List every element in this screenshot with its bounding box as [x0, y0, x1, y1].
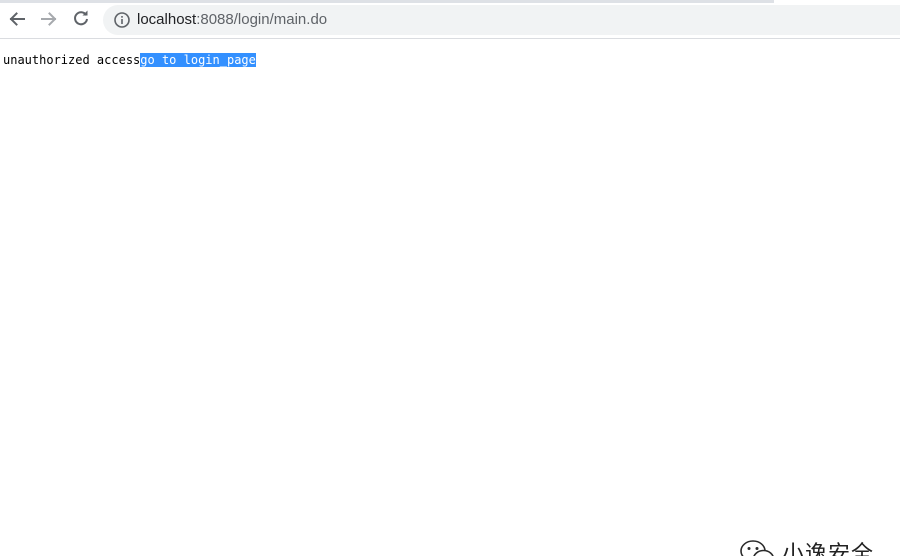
forward-button[interactable]	[35, 5, 63, 33]
arrow-right-icon	[41, 12, 57, 26]
back-button[interactable]	[3, 5, 31, 33]
watermark-text: 小逸安全	[782, 542, 875, 556]
page-content: unauthorized accessgo to login_page 小逸安全	[0, 40, 900, 556]
message-text: unauthorized access	[3, 53, 141, 67]
login-page-link[interactable]: go to login_page	[140, 53, 256, 67]
wechat-logo-icon	[740, 540, 774, 556]
info-circle-icon[interactable]	[113, 11, 131, 29]
tab-strip-edge-left	[0, 0, 774, 3]
reload-button[interactable]	[67, 5, 95, 33]
browser-toolbar: localhost:8088/login/main.do	[0, 0, 900, 39]
url-host: localhost	[137, 11, 197, 28]
reload-icon	[74, 10, 88, 26]
url-path: :8088/login/main.do	[196, 11, 328, 28]
unauthorized-message: unauthorized accessgo to login_page	[3, 53, 256, 67]
watermark: 小逸安全	[738, 537, 874, 556]
address-bar[interactable]: localhost:8088/login/main.do	[103, 5, 900, 35]
arrow-left-icon	[9, 12, 25, 26]
tab-strip-edge	[0, 0, 900, 3]
browser-window: localhost:8088/login/main.do unauthorize…	[0, 0, 900, 556]
url-text[interactable]: localhost:8088/login/main.do	[137, 11, 327, 29]
